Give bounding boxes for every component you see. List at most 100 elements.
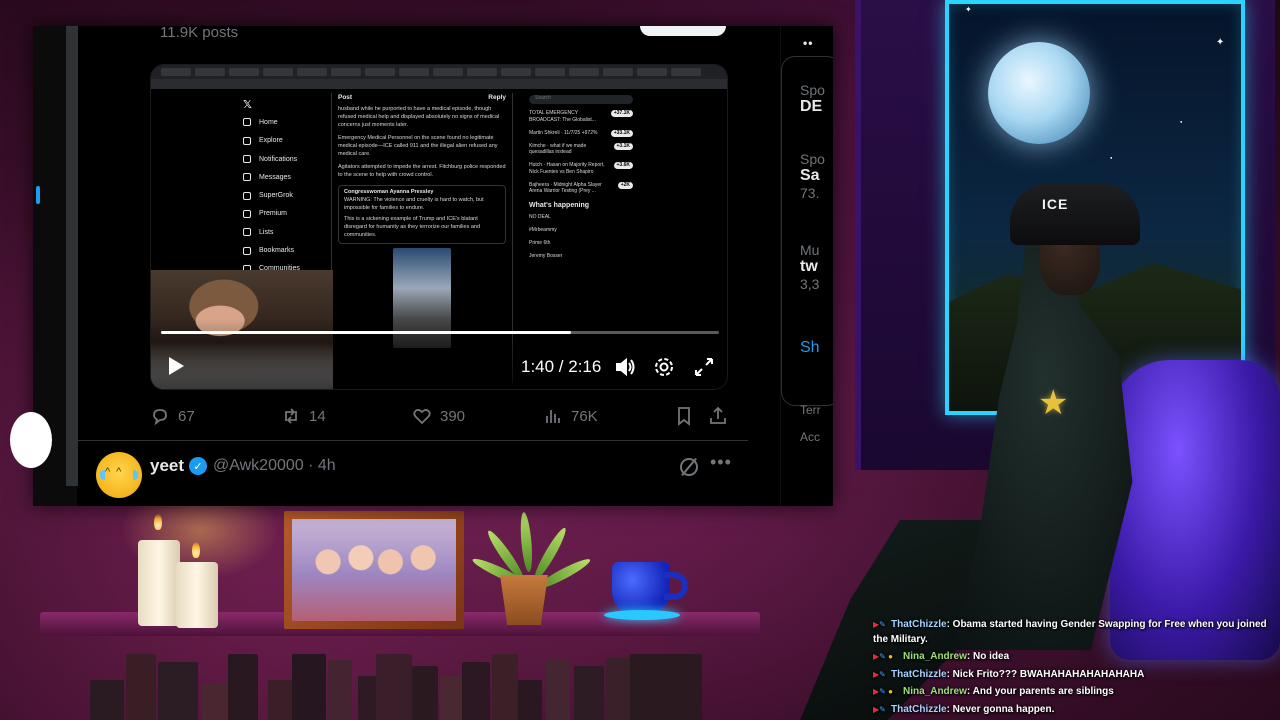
chat-username[interactable]: Nina_Andrew [903,651,967,662]
show-more-link[interactable]: Sh [800,339,820,357]
bookmark-button[interactable] [674,406,694,426]
fullscreen-button[interactable] [692,355,716,379]
more-icon[interactable]: •• [803,36,813,50]
grok-icon[interactable] [680,458,698,476]
volume-icon [616,357,635,377]
trend-item[interactable]: Mu tw 3,3 [800,242,819,292]
follow-button-edge[interactable] [640,26,726,36]
chat-message: ▶✎ ThatChizzle: Never gonna happen. [873,703,1273,718]
screen-reply-button: Reply [488,94,506,101]
trend-item[interactable]: Spo Sa 73. [800,151,825,201]
like-button[interactable]: 390 [412,406,465,426]
badge-star-icon: ★ [1038,384,1069,422]
screen-tab [331,68,361,76]
like-count: 390 [440,407,466,425]
chat-username[interactable]: ThatChizzle [891,619,947,630]
family-photo [292,519,456,621]
book [546,660,570,720]
views-button[interactable]: 76K [543,406,598,426]
repost-count: 14 [309,407,326,425]
next-tweet[interactable]: ^^ yeet ✓ @Awk20000 · 4h ••• [96,452,736,498]
bookshelf-books [90,652,702,720]
screen-quote: Congresswoman Ayanna Pressley WARNING: T… [338,185,506,244]
chat-badge-icons: ▶✎ [873,669,886,679]
screen-tab [671,68,701,76]
more-options-icon[interactable]: ••• [710,452,732,473]
family-photo-frame [284,511,464,629]
reply-icon [153,409,167,426]
book [292,654,326,720]
chat-message: ▶✎ ● Nina_Andrew: No idea [873,650,1273,665]
scrollbar[interactable] [66,26,78,486]
screen-search: Search [529,95,633,104]
book [126,654,156,720]
cap-text: ICE [1042,196,1069,212]
repost-button[interactable]: 14 [281,406,326,426]
screen-live-row: Bajheera · Midnight Alpha Slayer Arena W… [529,181,633,196]
screen-nav-item: Explore [243,132,300,150]
saucer [604,610,680,620]
screen-trend: NO DEAL [529,214,551,221]
play-button[interactable] [165,355,187,377]
tweet-author-name[interactable]: yeet [150,456,184,476]
moon [988,42,1090,144]
home-icon [243,118,251,127]
verified-badge-icon: ✓ [189,457,207,475]
screen-live-row: Hutch · Hasan on Majority Report, Nick F… [529,162,633,176]
chat-username[interactable]: ThatChizzle [891,669,947,680]
book [328,660,352,720]
screen-tab [161,68,191,76]
footer-link[interactable]: Terr [800,403,821,417]
reply-button[interactable]: 67 [150,406,195,426]
screen-tab [467,68,497,76]
avatar-tears [100,470,138,480]
flame-icon [192,542,200,558]
chat-username[interactable]: ThatChizzle [891,704,947,715]
gear-icon [655,358,673,376]
share-button[interactable] [708,406,728,426]
video-progress-fill [161,331,572,334]
screen-tab [229,68,259,76]
footer-link[interactable]: Acc [800,430,820,444]
screen-tab [535,68,565,76]
screen-live-row: TOTAL EMERGENCY BROADCAST: The Globalist… [529,110,633,124]
chat-text: : Never gonna happen. [946,703,1055,715]
x-logo-icon: 𝕏 [243,98,252,111]
book [606,658,632,720]
avatar[interactable]: ^^ [96,452,142,498]
views-count: 76K [571,407,598,425]
screen-tab [501,68,531,76]
book [630,654,702,720]
expand-icon [695,358,713,376]
screen-tab-bar [151,65,727,79]
screen-tab [297,68,327,76]
screen-post-text: Emergency Medical Personnel on the scene… [338,135,498,158]
video-player[interactable]: 𝕏 Home Explore Notifications Messages Su… [150,64,728,390]
trend-item[interactable]: Spo DE [800,82,825,116]
chat-message: ▶✎ ● Nina_Andrew: And your parents are si… [873,685,1273,700]
chat-badge-icons: ▶✎ ● [873,652,893,661]
screen-post-text: husband while he purported to have a med… [338,106,500,129]
plant-pot [500,575,548,625]
chat-username[interactable]: Nina_Andrew [903,686,967,697]
screen-nav-item: Bookmarks [243,241,300,259]
chat-badge-icons: ▶✎ ● [873,687,893,696]
screen-side: Search TOTAL EMERGENCY BROADCAST: The Gl… [529,95,633,265]
candle-large [138,540,180,626]
settings-button[interactable] [652,355,676,379]
video-time: 1:40 / 2:16 [521,357,602,376]
volume-button[interactable] [613,355,637,379]
reply-count: 67 [178,407,195,425]
tweet-author-handle[interactable]: @Awk20000 · 4h [213,457,336,475]
star-icon: ● [1180,119,1183,124]
bell-icon [243,155,251,164]
video-progress-bar[interactable] [161,331,719,334]
bookmark-icon [678,407,690,426]
character-cap [1010,183,1140,245]
book [268,680,292,720]
screen-tab [637,68,667,76]
screen-trend: Jeremy Bosser [529,252,563,259]
chat-badge-icons: ▶✎ [873,620,886,629]
book [158,662,198,720]
screen-tab [433,68,463,76]
